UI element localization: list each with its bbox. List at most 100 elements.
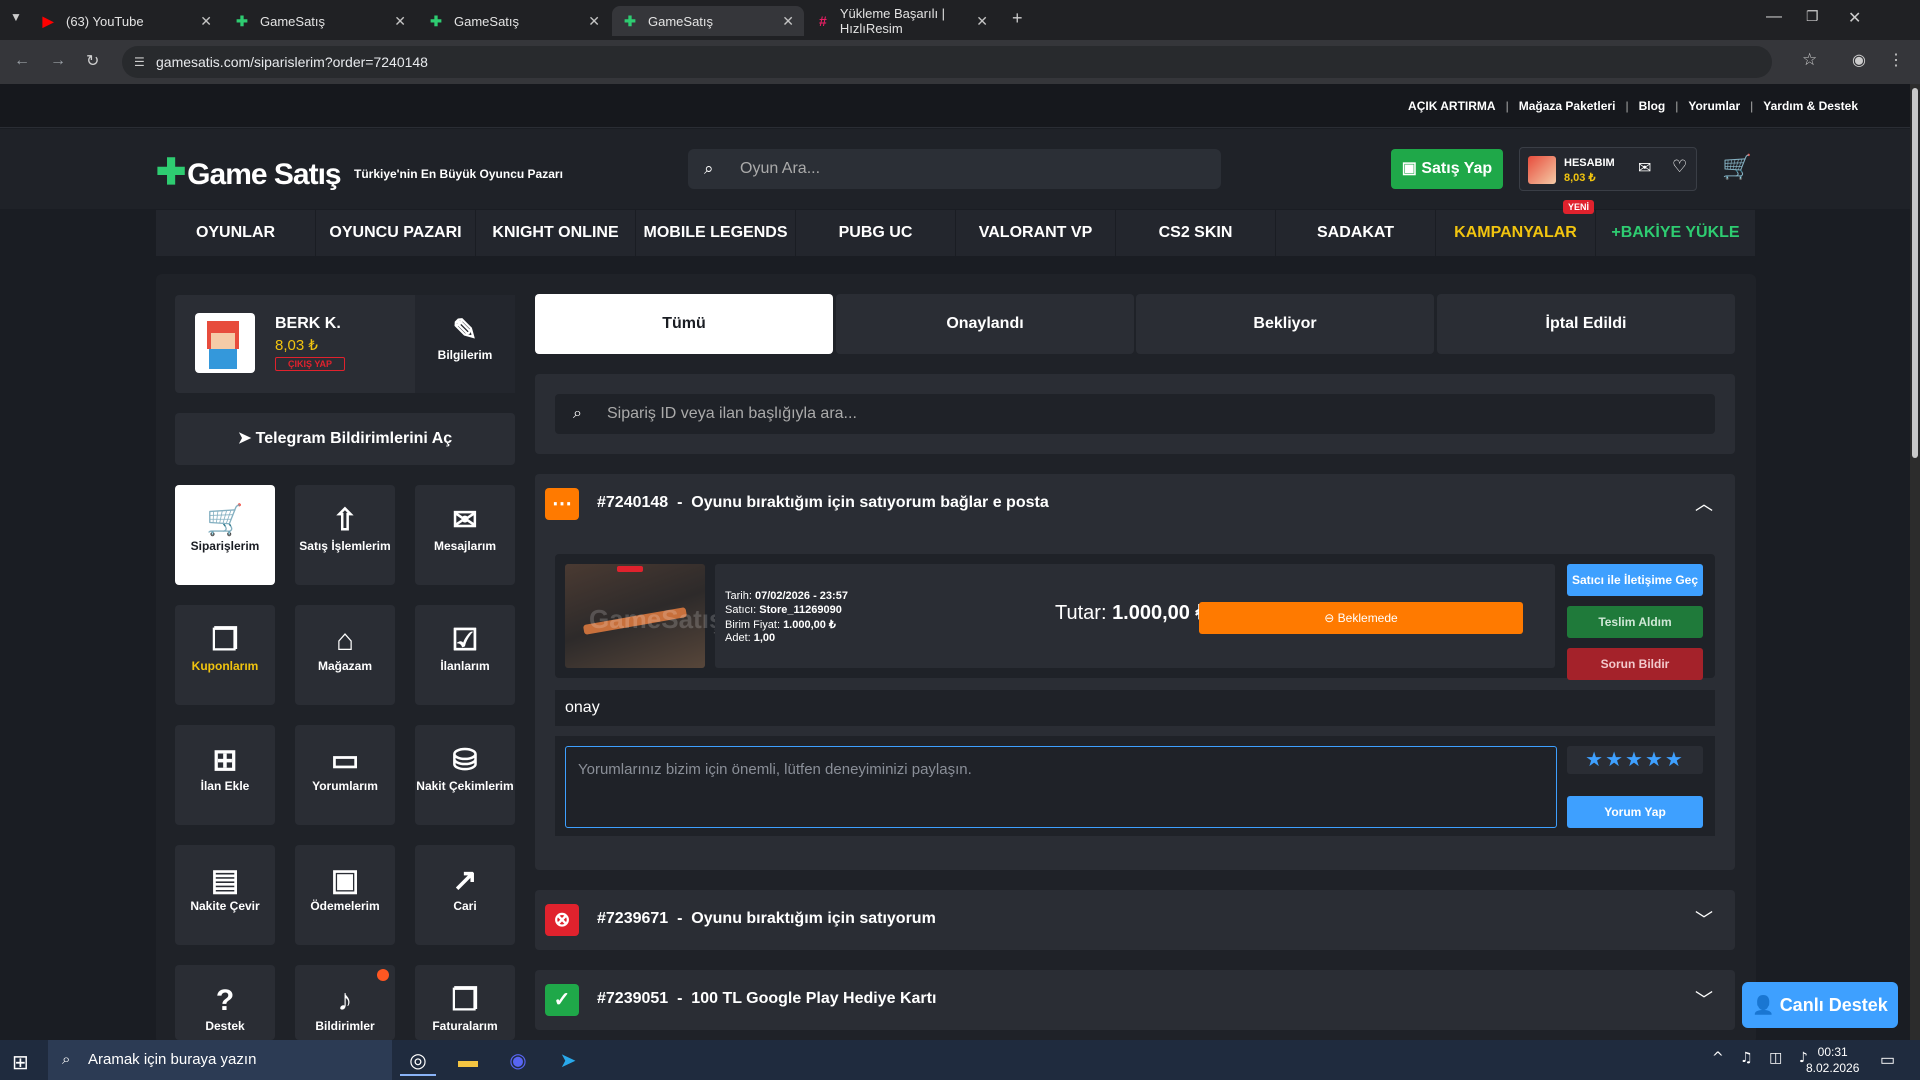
heart-icon[interactable]: ♡ <box>1672 157 1687 177</box>
logout-button[interactable]: ÇIKIŞ YAP <box>275 357 346 371</box>
menu-item-campaigns[interactable]: KAMPANYALAR <box>1436 210 1596 256</box>
live-support-button[interactable]: 👤 Canlı Destek <box>1742 982 1898 1028</box>
taskbar-search[interactable]: ⌕ Aramak için buraya yazın <box>48 1040 392 1080</box>
profile-info-button[interactable]: ✎ Bilgilerim <box>415 295 515 393</box>
site-info-icon[interactable]: ☰ <box>134 46 145 78</box>
browser-tab[interactable]: ✚ GameSatış ✕ <box>224 6 416 36</box>
chevron-down-icon[interactable]: ﹀ <box>1695 986 1713 1012</box>
close-tab-icon[interactable]: ✕ <box>200 13 212 30</box>
cart-icon[interactable]: 🛒 <box>1722 153 1752 182</box>
sell-button[interactable]: ▣ Satış Yap <box>1391 149 1503 189</box>
tile-payments[interactable]: ▣ Ödemelerim <box>295 845 395 945</box>
taskbar-clock[interactable]: 00:31 8.02.2026 <box>1806 1044 1859 1076</box>
browser-tab[interactable]: # Yükleme Başarılı | HızlıResim ✕ <box>806 6 998 36</box>
rating-stars[interactable]: ★★★★★ <box>1567 746 1703 774</box>
menu-item[interactable]: MOBILE LEGENDS <box>636 210 796 256</box>
filter-tab-pending[interactable]: Bekliyor <box>1136 294 1434 354</box>
order-seller: Satıcı: Store_11269090 <box>725 604 842 616</box>
top-link[interactable]: AÇIK ARTIRMA <box>1408 99 1496 113</box>
chevron-down-icon[interactable]: ﹀ <box>1695 906 1713 932</box>
tile-withdrawals[interactable]: ⛁ Nakit Çekimlerim <box>415 725 515 825</box>
chevron-up-icon[interactable]: ︿ <box>1695 490 1713 516</box>
menu-item[interactable]: PUBG UC <box>796 210 956 256</box>
tile-reviews[interactable]: ▭ Yorumlarım <box>295 725 395 825</box>
minimize-icon[interactable]: — <box>1766 8 1782 26</box>
new-tab-icon[interactable]: + <box>1012 8 1023 29</box>
menu-item[interactable]: VALORANT VP <box>956 210 1116 256</box>
tile-support[interactable]: ? Destek <box>175 965 275 1040</box>
mail-icon[interactable]: ✉ <box>1638 158 1651 178</box>
top-link[interactable]: Blog <box>1639 99 1666 113</box>
tile-coupons[interactable]: ❐ Kuponlarım <box>175 605 275 705</box>
address-bar[interactable]: ☰ gamesatis.com/siparislerim?order=72401… <box>122 46 1772 78</box>
game-search-input[interactable]: ⌕ Oyun Ara... <box>688 149 1221 189</box>
close-tab-icon[interactable]: ✕ <box>976 13 988 30</box>
order-search-input[interactable]: ⌕ Sipariş ID veya ilan başlığıyla ara... <box>555 394 1715 434</box>
close-tab-icon[interactable]: ✕ <box>588 13 600 30</box>
close-tab-icon[interactable]: ✕ <box>782 13 794 30</box>
contact-seller-button[interactable]: Satıcı ile İletişime Geç <box>1567 564 1703 596</box>
file-explorer-icon[interactable]: ▬ <box>450 1046 486 1076</box>
tile-sales[interactable]: ⇧ Satış İşlemlerim <box>295 485 395 585</box>
received-button[interactable]: Teslim Aldım <box>1567 606 1703 638</box>
system-tray[interactable]: ^ ♫ ◫ ♪ <box>1712 1050 1814 1066</box>
menu-item[interactable]: OYUNLAR <box>156 210 316 256</box>
tab-list-icon[interactable]: ▼ <box>10 10 22 24</box>
page-scrollbar[interactable] <box>1910 84 1920 1040</box>
back-icon[interactable]: ← <box>14 52 30 70</box>
profile-icon[interactable]: ◉ <box>1852 50 1866 70</box>
close-tab-icon[interactable]: ✕ <box>394 13 406 30</box>
filter-tab-cancelled[interactable]: İptal Edildi <box>1437 294 1735 354</box>
gamesatis-icon: ✚ <box>624 12 636 29</box>
account-label: HESABIM <box>1564 157 1615 169</box>
close-window-icon[interactable]: ✕ <box>1848 8 1861 28</box>
search-icon: ⌕ <box>704 159 714 178</box>
browser-menu-icon[interactable]: ⋮ <box>1888 50 1904 70</box>
tile-messages[interactable]: ✉ Mesajlarım <box>415 485 515 585</box>
filter-tab-approved[interactable]: Onaylandı <box>836 294 1134 354</box>
discord-icon[interactable]: ◉ <box>500 1046 536 1076</box>
windows-start-icon[interactable]: ⊞ <box>12 1050 29 1075</box>
telegram-icon[interactable]: ➤ <box>550 1046 586 1076</box>
cart-icon: 🛒 <box>206 504 244 537</box>
telegram-notify-button[interactable]: ➤ Telegram Bildirimlerini Aç <box>175 413 515 465</box>
order-header[interactable]: ✓ #7239051 - 100 TL Google Play Hediye K… <box>535 970 1735 1030</box>
reload-icon[interactable]: ↻ <box>86 51 99 71</box>
notifications-icon[interactable]: ▭ <box>1880 1050 1895 1070</box>
tile-notifications[interactable]: ♪ Bildirimler <box>295 965 395 1040</box>
browser-tab-bar: ▼ ▶ (63) YouTube ✕ ✚ GameSatış ✕ ✚ GameS… <box>0 0 1920 40</box>
top-link[interactable]: Yardım & Destek <box>1763 99 1858 113</box>
review-textarea[interactable]: Yorumlarınız bizim için önemli, lütfen d… <box>565 746 1557 828</box>
tile-add-listing[interactable]: ⊞ İlan Ekle <box>175 725 275 825</box>
menu-item[interactable]: SADAKAT <box>1276 210 1436 256</box>
menu-item[interactable]: KNIGHT ONLINE <box>476 210 636 256</box>
submit-review-button[interactable]: Yorum Yap <box>1567 796 1703 828</box>
sell-icon: ▣ <box>1401 160 1422 177</box>
add-listing-icon: ⊞ <box>212 744 238 777</box>
top-link[interactable]: Mağaza Paketleri <box>1519 99 1616 113</box>
menu-item[interactable]: CS2 SKIN <box>1116 210 1276 256</box>
tile-account-statement[interactable]: ↗ Cari <box>415 845 515 945</box>
youtube-icon: ▶ <box>42 12 54 29</box>
menu-item-add-balance[interactable]: +BAKİYE YÜKLE <box>1596 210 1756 256</box>
top-link[interactable]: Yorumlar <box>1688 99 1740 113</box>
chrome-icon[interactable]: ◎ <box>400 1046 436 1076</box>
order-header[interactable]: ⊗ #7239671 - Oyunu bıraktığım için satıy… <box>535 890 1735 950</box>
tile-orders[interactable]: 🛒 Siparişlerim <box>175 485 275 585</box>
restore-icon[interactable]: ❐ <box>1806 8 1819 25</box>
order-header[interactable]: ⋯ #7240148 - Oyunu bıraktığım için satıy… <box>535 474 1735 534</box>
filter-tab-all[interactable]: Tümü <box>535 294 833 354</box>
browser-tab[interactable]: ▶ (63) YouTube ✕ <box>30 6 222 36</box>
menu-item[interactable]: OYUNCU PAZARI <box>316 210 476 256</box>
report-problem-button[interactable]: Sorun Bildir <box>1567 648 1703 680</box>
tile-cash-convert[interactable]: ▤ Nakite Çevir <box>175 845 275 945</box>
browser-tab[interactable]: ✚ GameSatış ✕ <box>418 6 610 36</box>
tile-invoices[interactable]: ❐ Faturalarım <box>415 965 515 1040</box>
browser-tab-active[interactable]: ✚ GameSatış ✕ <box>612 6 804 36</box>
site-logo[interactable]: ✚Game Satış <box>156 151 342 193</box>
bookmark-star-icon[interactable]: ☆ <box>1802 50 1817 70</box>
tile-store[interactable]: ⌂ Mağazam <box>295 605 395 705</box>
forward-icon[interactable]: → <box>50 52 66 70</box>
tile-listings[interactable]: ☑ İlanlarım <box>415 605 515 705</box>
account-box[interactable]: HESABIM 8,03 ₺ ✉ ♡ <box>1519 147 1697 191</box>
